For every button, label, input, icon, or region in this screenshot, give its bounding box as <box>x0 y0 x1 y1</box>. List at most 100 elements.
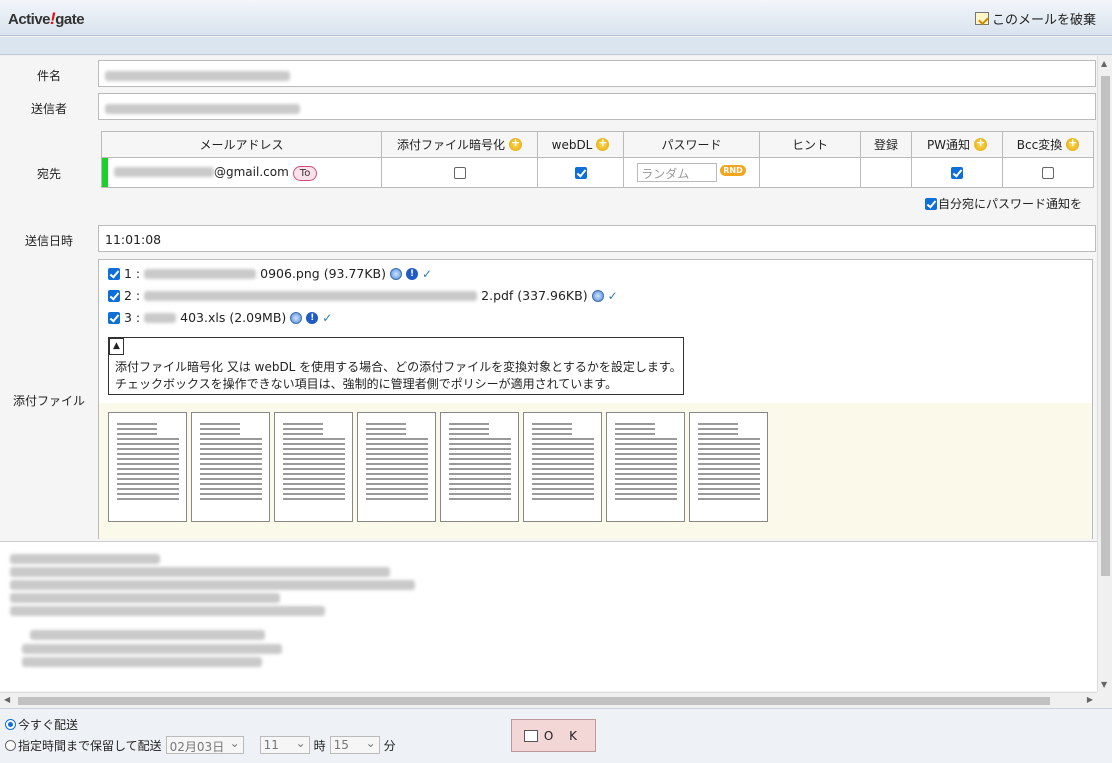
page-thumbnail[interactable] <box>274 412 353 522</box>
thumbnail-line <box>532 468 594 470</box>
scroll-right-icon[interactable]: ▶ <box>1087 695 1093 704</box>
page-thumbnail[interactable] <box>108 412 187 522</box>
minute-select[interactable]: 15 <box>329 736 380 754</box>
add-all-bcc-icon[interactable] <box>1066 136 1080 151</box>
hold-radio[interactable] <box>5 739 16 751</box>
info-icon[interactable]: ! <box>406 267 419 280</box>
thumbnail-line <box>117 488 179 490</box>
thumbnail-line <box>449 423 489 425</box>
thumbnail-line <box>117 438 179 440</box>
preview-icon[interactable] <box>390 267 403 280</box>
thumbnail-line <box>200 483 262 485</box>
recipient-header-row: メールアドレス 添付ファイル暗号化 webDL パスワード ヒント 登録 PW通… <box>101 131 1094 158</box>
page-thumbnail[interactable] <box>440 412 519 522</box>
thumbnail-line <box>449 468 511 470</box>
add-all-webdl-icon[interactable] <box>596 136 610 151</box>
discard-mail-button[interactable]: このメールを破棄 <box>974 9 1096 28</box>
thumbnail-line <box>615 458 677 460</box>
thumbnail-line <box>532 423 572 425</box>
register-cell <box>860 157 912 188</box>
self-pw-notify-checkbox[interactable] <box>925 197 937 210</box>
thumbnail-line <box>698 423 738 425</box>
thumbnail-line <box>615 423 655 425</box>
hint-cell <box>759 157 861 188</box>
attachment-checkbox[interactable] <box>108 289 120 302</box>
page-thumbnail[interactable] <box>357 412 436 522</box>
thumbnail-line <box>449 483 511 485</box>
page-thumbnail[interactable] <box>191 412 270 522</box>
preview-icon[interactable] <box>290 311 303 324</box>
thumbnail-line <box>117 483 179 485</box>
password-input[interactable]: ランダム <box>637 163 718 182</box>
to-label: 宛先 <box>37 167 62 181</box>
scroll-down-icon[interactable]: ▼ <box>1101 680 1107 689</box>
send-now-option[interactable]: 今すぐ配送 <box>5 716 78 733</box>
col-pw-notify[interactable]: PW通知 <box>911 131 1003 158</box>
thumbnail-line <box>698 498 760 500</box>
thumbnail-line <box>698 493 760 495</box>
body-redacted <box>10 580 415 590</box>
col-bcc[interactable]: Bcc変換 <box>1002 131 1094 158</box>
scroll-left-icon[interactable]: ◀ <box>4 695 10 704</box>
sent-time-label: 送信日時 <box>25 234 74 248</box>
thumbnail-line <box>200 443 262 445</box>
thumbnail-line <box>449 498 511 500</box>
add-all-encrypt-icon[interactable] <box>509 136 522 151</box>
send-now-radio[interactable] <box>5 719 16 730</box>
thumbnail-line <box>449 493 511 495</box>
tooltip-toggle-button[interactable]: ▲ <box>109 338 124 355</box>
thumbnail-line <box>532 463 594 465</box>
horizontal-scrollbar[interactable]: ◀ ▶ <box>0 692 1097 708</box>
col-encrypt[interactable]: 添付ファイル暗号化 <box>381 131 538 158</box>
page-thumbnail[interactable] <box>689 412 768 522</box>
thumbnail-line <box>449 433 489 435</box>
thumbnail-line <box>615 483 677 485</box>
body-redacted <box>10 593 280 603</box>
body-redacted <box>10 567 390 577</box>
thumbnail-line <box>117 423 157 425</box>
col-register: 登録 <box>860 131 912 158</box>
pw-notify-checkbox[interactable] <box>951 167 963 179</box>
recipient-address-cell: @gmail.com To <box>101 157 382 188</box>
date-select[interactable]: 02月03日 <box>165 736 244 754</box>
thumbnail-line <box>615 493 677 495</box>
thumbnail-line <box>532 453 594 455</box>
vertical-scroll-thumb[interactable] <box>1101 76 1110 576</box>
thumbnail-line <box>698 448 760 450</box>
thumbnail-line <box>366 448 428 450</box>
encrypt-checkbox[interactable] <box>453 167 466 179</box>
attachment-checkbox[interactable] <box>108 267 120 280</box>
page-thumbnail[interactable] <box>523 412 602 522</box>
to-badge[interactable]: To <box>292 165 318 181</box>
thumbnail-line <box>117 498 179 500</box>
bcc-checkbox[interactable] <box>1042 167 1054 179</box>
scroll-up-icon[interactable]: ▲ <box>1101 59 1107 68</box>
page-thumbnail[interactable] <box>606 412 685 522</box>
webdl-cell <box>537 157 624 188</box>
attachment-checkbox[interactable] <box>108 311 120 324</box>
thumbnail-line <box>366 428 406 430</box>
webdl-checkbox[interactable] <box>574 167 587 179</box>
thumbnail-line <box>117 458 179 460</box>
thumbnail-line <box>366 483 428 485</box>
send-now-label: 今すぐ配送 <box>18 718 79 732</box>
thumbnail-line <box>200 478 262 480</box>
random-password-button[interactable]: RND <box>720 165 746 176</box>
filename-redacted <box>144 290 478 301</box>
hour-select[interactable]: 11 <box>259 736 310 754</box>
col-address: メールアドレス <box>101 131 382 158</box>
ok-button[interactable]: O K <box>511 719 596 752</box>
horizontal-scroll-thumb[interactable] <box>18 697 1050 705</box>
col-webdl[interactable]: webDL <box>537 131 624 158</box>
attachment-name: 403.xls (2.09MB) <box>180 310 287 325</box>
thumbnail-line <box>532 483 594 485</box>
thumbnail-line <box>283 498 345 500</box>
preview-icon[interactable] <box>591 289 604 302</box>
self-pw-notify[interactable]: 自分宛にパスワード通知を <box>925 195 1082 212</box>
hold-option[interactable]: 指定時間まで保留して配送 02月03日 11 時 15 分 <box>5 736 396 754</box>
thumbnail-line <box>532 498 594 500</box>
add-all-pw-notify-icon[interactable] <box>974 136 988 151</box>
vertical-scrollbar[interactable]: ▲ ▼ <box>1097 56 1112 692</box>
checked-icon: ✓ <box>422 266 433 281</box>
info-icon[interactable]: ! <box>306 311 319 324</box>
